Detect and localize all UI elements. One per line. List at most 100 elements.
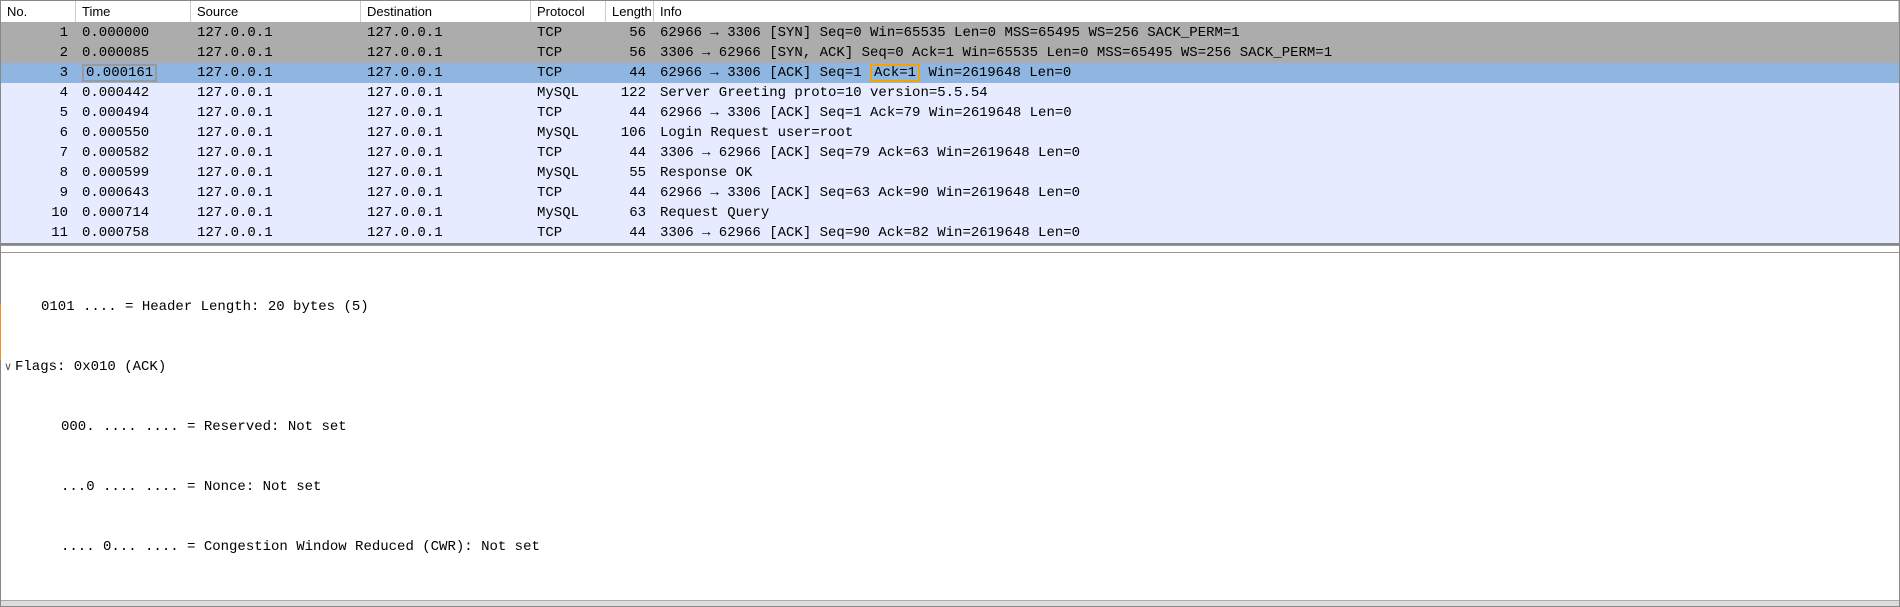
cell-protocol: TCP: [531, 25, 606, 41]
cell-protocol: TCP: [531, 65, 606, 81]
field-header-length[interactable]: 0101 .... = Header Length: 20 bytes (5): [1, 297, 1899, 317]
col-info[interactable]: Info: [654, 1, 1899, 22]
table-row[interactable]: 80.000599127.0.0.1127.0.0.1MySQL55Respon…: [1, 163, 1899, 183]
cell-source: 127.0.0.1: [191, 205, 361, 221]
table-row[interactable]: 90.000643127.0.0.1127.0.0.1TCP4462966 → …: [1, 183, 1899, 203]
cell-source: 127.0.0.1: [191, 145, 361, 161]
cell-protocol: MySQL: [531, 205, 606, 221]
cell-no: 6: [1, 125, 76, 141]
cell-no: 3: [1, 65, 76, 81]
cell-source: 127.0.0.1: [191, 45, 361, 61]
cell-no: 2: [1, 45, 76, 61]
cell-no: 7: [1, 145, 76, 161]
cell-source: 127.0.0.1: [191, 165, 361, 181]
cell-time: 0.000550: [76, 125, 191, 141]
packet-list-header[interactable]: No. Time Source Destination Protocol Len…: [1, 1, 1899, 23]
col-length[interactable]: Length: [606, 1, 654, 22]
cell-info: 62966 → 3306 [ACK] Seq=1 Ack=79 Win=2619…: [654, 105, 1899, 121]
cell-destination: 127.0.0.1: [361, 225, 531, 241]
cell-destination: 127.0.0.1: [361, 65, 531, 81]
cell-time: 0.000494: [76, 105, 191, 121]
cell-info: Response OK: [654, 165, 1899, 181]
cell-no: 10: [1, 205, 76, 221]
cell-source: 127.0.0.1: [191, 225, 361, 241]
cell-time: 0.000714: [76, 205, 191, 221]
cell-time: 0.000161: [76, 64, 191, 82]
cell-length: 44: [606, 185, 654, 201]
table-row[interactable]: 50.000494127.0.0.1127.0.0.1TCP4462966 → …: [1, 103, 1899, 123]
cell-info: 62966 → 3306 [ACK] Seq=1 Ack=1 Win=26196…: [654, 64, 1899, 82]
cell-length: 122: [606, 85, 654, 101]
highlight-ack-info: Ack=1: [870, 64, 920, 82]
cell-destination: 127.0.0.1: [361, 165, 531, 181]
cell-info: 62966 → 3306 [ACK] Seq=63 Ack=90 Win=261…: [654, 185, 1899, 201]
bottom-scrollbar[interactable]: [1, 600, 1899, 606]
cell-length: 44: [606, 105, 654, 121]
col-time[interactable]: Time: [76, 1, 191, 22]
cell-info: 3306 → 62966 [ACK] Seq=90 Ack=82 Win=261…: [654, 225, 1899, 241]
cell-length: 44: [606, 65, 654, 81]
cell-source: 127.0.0.1: [191, 25, 361, 41]
cell-destination: 127.0.0.1: [361, 185, 531, 201]
cell-no: 5: [1, 105, 76, 121]
pane-splitter[interactable]: [1, 245, 1899, 253]
cell-source: 127.0.0.1: [191, 105, 361, 121]
cell-protocol: TCP: [531, 145, 606, 161]
cell-length: 56: [606, 45, 654, 61]
cell-no: 1: [1, 25, 76, 41]
flag-nonce[interactable]: ...0 .... .... = Nonce: Not set: [1, 477, 1899, 497]
table-row[interactable]: 70.000582127.0.0.1127.0.0.1TCP443306 → 6…: [1, 143, 1899, 163]
table-row[interactable]: 60.000550127.0.0.1127.0.0.1MySQL106Login…: [1, 123, 1899, 143]
cell-info: Server Greeting proto=10 version=5.5.54: [654, 85, 1899, 101]
table-row[interactable]: 100.000714127.0.0.1127.0.0.1MySQL63Reque…: [1, 203, 1899, 223]
packet-details[interactable]: 0101 .... = Header Length: 20 bytes (5) …: [1, 253, 1899, 600]
col-protocol[interactable]: Protocol: [531, 1, 606, 22]
flag-reserved[interactable]: 000. .... .... = Reserved: Not set: [1, 417, 1899, 437]
field-flags[interactable]: ∨Flags: 0x010 (ACK): [1, 357, 1899, 377]
flag-cwr[interactable]: .... 0... .... = Congestion Window Reduc…: [1, 537, 1899, 557]
cell-length: 106: [606, 125, 654, 141]
cell-protocol: MySQL: [531, 85, 606, 101]
cell-no: 11: [1, 225, 76, 241]
cell-destination: 127.0.0.1: [361, 25, 531, 41]
cell-source: 127.0.0.1: [191, 65, 361, 81]
cell-source: 127.0.0.1: [191, 85, 361, 101]
cell-protocol: TCP: [531, 225, 606, 241]
col-destination[interactable]: Destination: [361, 1, 531, 22]
cell-info: 3306 → 62966 [ACK] Seq=79 Ack=63 Win=261…: [654, 145, 1899, 161]
cell-source: 127.0.0.1: [191, 185, 361, 201]
cell-length: 56: [606, 25, 654, 41]
cell-length: 44: [606, 145, 654, 161]
cell-info: 3306 → 62966 [SYN, ACK] Seq=0 Ack=1 Win=…: [654, 45, 1899, 61]
cell-protocol: MySQL: [531, 165, 606, 181]
cell-info: Request Query: [654, 205, 1899, 221]
table-row[interactable]: 30.000161127.0.0.1127.0.0.1TCP4462966 → …: [1, 63, 1899, 83]
cell-protocol: TCP: [531, 105, 606, 121]
cell-source: 127.0.0.1: [191, 125, 361, 141]
cell-destination: 127.0.0.1: [361, 145, 531, 161]
cell-destination: 127.0.0.1: [361, 85, 531, 101]
cell-no: 4: [1, 85, 76, 101]
chevron-down-icon[interactable]: ∨: [1, 357, 15, 377]
cell-destination: 127.0.0.1: [361, 105, 531, 121]
table-row[interactable]: 40.000442127.0.0.1127.0.0.1MySQL122Serve…: [1, 83, 1899, 103]
table-row[interactable]: 20.000085127.0.0.1127.0.0.1TCP563306 → 6…: [1, 43, 1899, 63]
cell-no: 8: [1, 165, 76, 181]
cell-info: Login Request user=root: [654, 125, 1899, 141]
cell-time: 0.000085: [76, 45, 191, 61]
packet-list[interactable]: No. Time Source Destination Protocol Len…: [1, 1, 1899, 245]
table-row[interactable]: 10.000000127.0.0.1127.0.0.1TCP5662966 → …: [1, 23, 1899, 43]
flag-ecn[interactable]: .... .0.. .... = ECN-Echo: Not set: [1, 597, 1899, 600]
cell-protocol: TCP: [531, 185, 606, 201]
col-source[interactable]: Source: [191, 1, 361, 22]
cell-time: 0.000758: [76, 225, 191, 241]
cell-time: 0.000643: [76, 185, 191, 201]
table-row[interactable]: 110.000758127.0.0.1127.0.0.1TCP443306 → …: [1, 223, 1899, 243]
cell-length: 55: [606, 165, 654, 181]
cell-time: 0.000442: [76, 85, 191, 101]
cell-time: 0.000599: [76, 165, 191, 181]
cell-info: 62966 → 3306 [SYN] Seq=0 Win=65535 Len=0…: [654, 25, 1899, 41]
cell-destination: 127.0.0.1: [361, 205, 531, 221]
cell-protocol: MySQL: [531, 125, 606, 141]
col-no[interactable]: No.: [1, 1, 76, 22]
